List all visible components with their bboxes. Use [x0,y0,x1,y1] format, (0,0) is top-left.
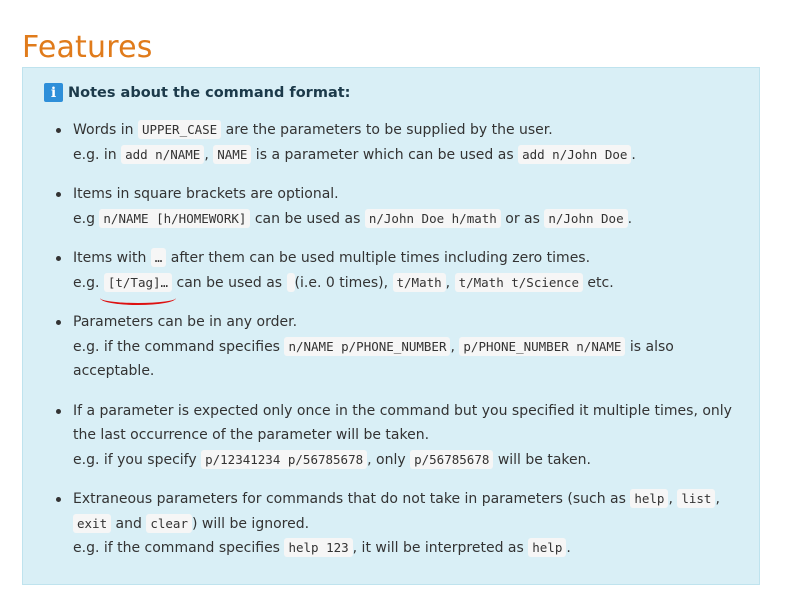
code-snippet-underlined: [t/Tag]… [103,272,173,292]
code-snippet: t/Math [392,272,446,292]
example-text: or as [500,210,545,227]
example-text: , only [367,451,411,468]
note-item-extraneous: Extraneous parameters for commands that … [54,487,744,561]
code-snippet: p/12341234 p/56785678 [201,449,368,469]
example-text: is a parameter which can be used as [251,146,519,163]
note-item-order: Parameters can be in any order. e.g. if … [54,310,744,384]
code-snippet: p/56785678 [410,449,494,469]
note-text: , [715,491,720,507]
example-text: , [445,274,455,291]
note-text: Items with [73,250,151,266]
example-text: . [627,210,633,227]
note-text: and [111,515,147,532]
note-text: Words in [73,122,138,138]
code-snippet: help [528,538,567,557]
code-snippet: n/NAME p/PHONE_NUMBER [284,336,451,356]
note-item-multiple: Items with … after them can be used mult… [54,246,744,295]
code-snippet: help 123 [284,538,353,557]
note-item-upper-case: Words in UPPER_CASE are the parameters t… [54,118,744,167]
code-snippet: n/John Doe [544,208,628,228]
code-snippet: NAME [213,144,252,164]
example-text: . [566,540,571,556]
note-text: Items in square brackets are optional. [73,186,339,202]
code-snippet: clear [146,513,192,533]
notes-header: i Notes about the command format: [44,83,350,102]
note-text: Parameters can be in any order. [73,314,298,330]
notes-list: Words in UPPER_CASE are the parameters t… [54,118,744,576]
note-text: Extraneous parameters for commands that … [73,491,631,507]
code-snippet: list [677,489,716,508]
code-snippet: add n/John Doe [518,144,632,164]
empty-code-snippet [286,272,295,292]
code-snippet: p/PHONE_NUMBER n/NAME [459,336,626,356]
note-text: are the parameters to be supplied by the… [221,122,553,138]
info-icon: i [44,83,63,102]
code-snippet: n/NAME [h/HOMEWORK] [99,208,251,228]
example-text: e.g [73,210,100,227]
example-text: , it will be interpreted as [352,540,529,556]
notes-callout: i Notes about the command format: Words … [22,67,760,585]
code-snippet: UPPER_CASE [137,120,222,139]
example-text: can be used as [250,210,365,227]
example-text: e.g. in [73,146,122,163]
code-snippet: … [150,248,167,267]
code-snippet: add n/NAME [121,144,205,164]
note-item-optional: Items in square brackets are optional. e… [54,182,744,231]
example-text: will be taken. [493,451,591,468]
example-text: . [631,146,636,163]
code-snippet: t/Math t/Science [454,272,583,292]
example-text: etc. [582,274,614,291]
code-snippet: n/John Doe h/math [364,208,501,228]
page-title: Features [22,30,153,66]
note-text: after them can be used multiple times in… [166,250,591,266]
example-text: (i.e. 0 times), [294,274,393,291]
example-text: can be used as [172,274,287,291]
note-text: If a parameter is expected only once in … [73,402,732,444]
example-text: e.g. if the command specifies [73,338,285,355]
notes-title: Notes about the command format: [68,84,351,101]
code-snippet: help [630,489,669,508]
example-text: e.g. if the command specifies [73,540,285,556]
code-snippet: exit [73,513,112,533]
example-text: , [204,146,214,163]
example-text: e.g. if you specify [73,451,202,468]
note-text: ) will be ignored. [192,515,310,532]
note-item-last-occurrence: If a parameter is expected only once in … [54,399,744,473]
example-text: e.g. [73,274,104,291]
